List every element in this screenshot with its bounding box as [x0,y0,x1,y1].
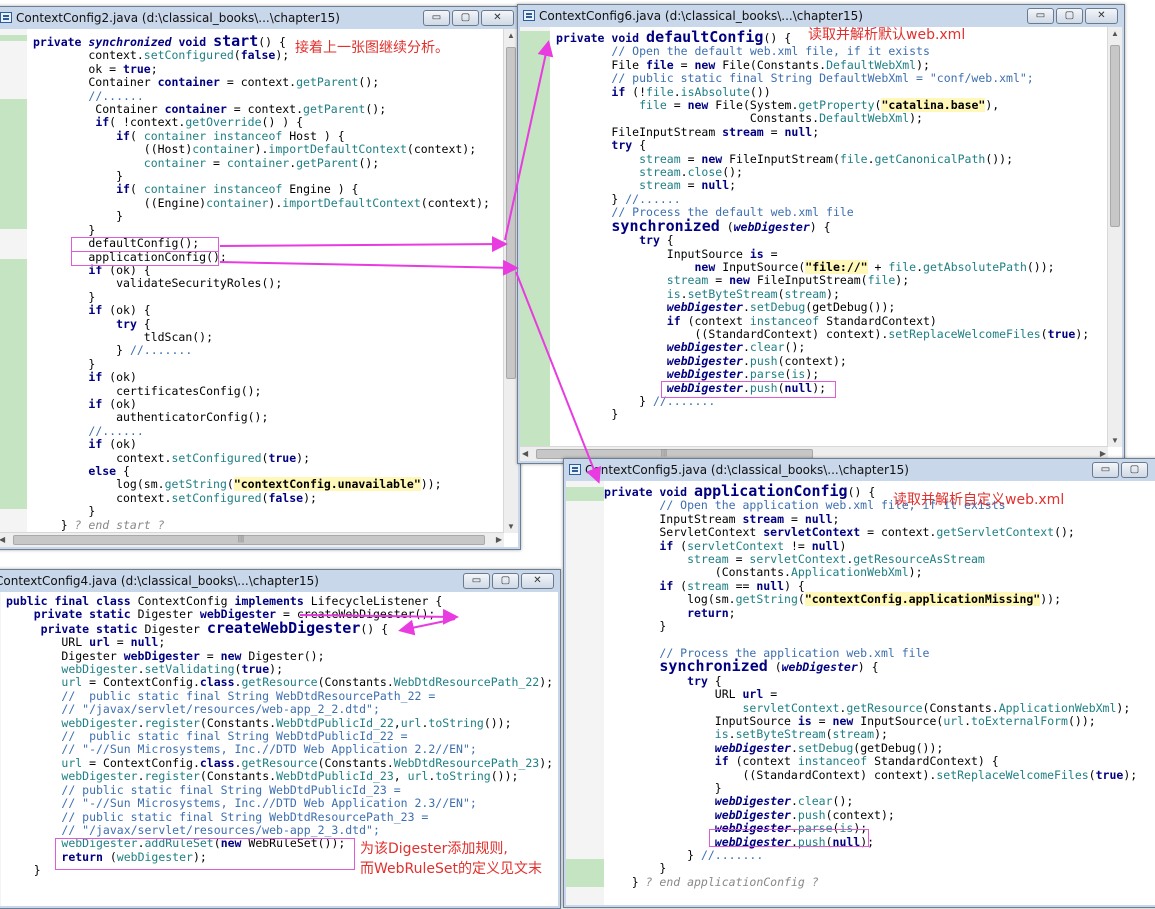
window-title: ContextConfig6.java (d:\classical_books\… [539,9,863,23]
annotation-ruleset-line1: 为该Digester添加规则, [360,841,508,857]
change-marker [0,99,27,229]
change-marker [0,35,27,41]
window-title: ContextConfig5.java (d:\classical_books\… [585,463,909,477]
maximize-button[interactable]: ▢ [1121,462,1148,478]
annotation-ruleset-line2: 而WebRuleSet的定义见文末 [360,861,542,877]
highlight-box-parse-app [709,829,869,847]
maximize-button[interactable]: ▢ [452,10,479,26]
maximize-button[interactable]: ▢ [492,573,519,589]
window-titlebar[interactable]: ContextConfig5.java (d:\classical_books\… [564,459,1155,481]
annotation-continue-analysis: 接着上一张图继续分析。 [295,40,449,56]
scroll-right-icon[interactable]: ▶ [496,535,502,544]
scroll-grip-icon: ||| [237,534,245,543]
file-icon [569,464,581,475]
maximize-button[interactable]: ▢ [1056,8,1083,24]
change-marker [566,859,604,887]
editor-window-contextconfig2[interactable]: ContextConfig2.java (d:\classical_books\… [0,6,521,550]
window-controls: ▭ ▢ ✕ [1027,8,1118,24]
vertical-scrollbar[interactable]: ▲ ▼ [503,29,518,533]
window-controls: ▭ ▢ ✕ [463,573,554,589]
change-marker [566,487,604,501]
highlight-box-applicationconfig-call [71,251,219,266]
scroll-right-icon[interactable]: ▶ [1100,449,1106,458]
scroll-left-icon[interactable]: ◀ [522,449,528,458]
window-controls: ▭ ▢ ✕ [423,10,514,26]
highlight-box-parse-default [661,381,836,398]
close-button[interactable]: ✕ [1085,8,1118,24]
code-listing[interactable]: private void defaultConfig() { // Open t… [556,30,1089,422]
scroll-up-icon[interactable]: ▲ [1111,29,1119,38]
file-icon [0,12,12,23]
scroll-thumb[interactable] [506,47,516,379]
scroll-down-icon[interactable]: ▼ [1111,436,1119,445]
scroll-grip-icon: ||| [660,448,668,457]
vertical-scrollbar[interactable]: ▲ ▼ [1107,27,1122,447]
scroll-thumb[interactable] [13,535,485,545]
close-button[interactable]: ✕ [521,573,554,589]
code-listing[interactable]: private synchronized void start() { cont… [33,34,490,532]
editor-area[interactable]: private synchronized void start() { cont… [0,29,518,547]
file-icon [523,10,535,21]
horizontal-scrollbar[interactable]: ◀ ||| ▶ [0,532,504,547]
close-button[interactable]: ✕ [481,10,514,26]
change-marker [0,259,27,509]
window-title: ContextConfig2.java (d:\classical_books\… [16,11,340,25]
window-title: ContextConfig4.java (d:\classical_books\… [0,574,319,588]
scroll-up-icon[interactable]: ▲ [507,31,515,40]
line-gutter [0,592,1,906]
change-marker [520,31,550,451]
scroll-down-icon[interactable]: ▼ [507,522,515,531]
highlight-box-defaultconfig-call [71,237,219,252]
annotation-read-default-webxml: 读取并解析默认web.xml [808,27,966,43]
code-listing[interactable]: private void applicationConfig() { // Op… [604,484,1137,889]
minimize-button[interactable]: ▭ [1027,8,1054,24]
line-gutter [566,481,604,905]
scroll-thumb[interactable] [1110,45,1120,227]
highlight-box-addruleset [55,838,355,870]
minimize-button[interactable]: ▭ [423,10,450,26]
annotation-read-custom-webxml: 读取并解析自定义web.xml [893,492,1065,508]
scroll-left-icon[interactable]: ◀ [0,535,5,544]
code-listing[interactable]: public final class ContextConfig impleme… [6,594,553,878]
window-controls: ▭ ▢ [1092,462,1148,478]
line-gutter [520,27,550,461]
line-gutter [0,29,27,547]
minimize-button[interactable]: ▭ [1092,462,1119,478]
minimize-button[interactable]: ▭ [463,573,490,589]
